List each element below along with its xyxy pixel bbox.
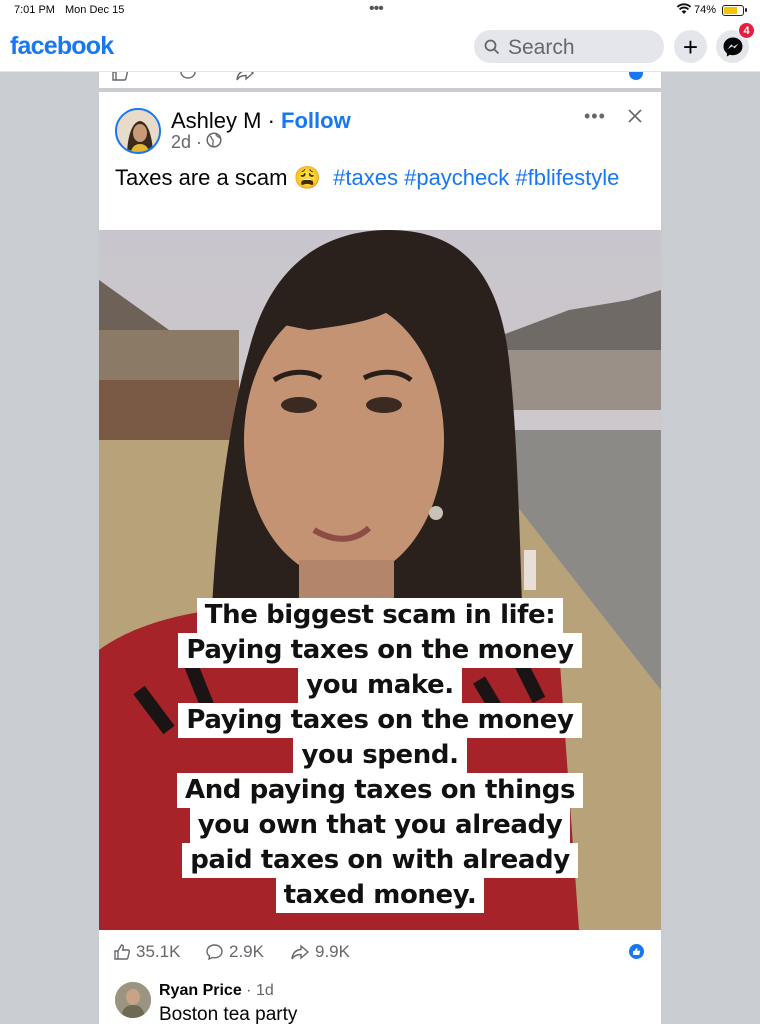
hashtag-taxes[interactable]: #taxes (333, 165, 398, 190)
overlay-line: And paying taxes on things (176, 773, 584, 808)
overlay-line: The biggest scam in life: (196, 598, 564, 633)
comment-time: · 1d (241, 982, 274, 999)
post-header: Ashley M · Follow (171, 108, 351, 134)
commenter-name: Ryan Price · 1d (159, 982, 274, 1000)
battery-percentage: 74% (694, 4, 717, 16)
commenter-name-text[interactable]: Ryan Price (159, 982, 242, 999)
caption-text: Taxes are a scam 😩 (115, 165, 321, 190)
messenger-icon (723, 37, 742, 56)
overlay-line: Paying taxes on the money (178, 703, 582, 738)
overlay-line: you own that you already (189, 808, 571, 843)
author-name[interactable]: Ashley M (171, 108, 261, 133)
search-icon (484, 39, 500, 55)
more-options-icon[interactable]: ••• (584, 106, 606, 127)
like-count: 35.1K (136, 942, 181, 961)
overlay-line: you spend. (293, 738, 467, 773)
status-date: Mon Dec 15 (65, 4, 125, 16)
hashtag-paycheck[interactable]: #paycheck (404, 165, 509, 190)
like-icon[interactable] (111, 72, 129, 85)
like-icon (114, 944, 130, 960)
search-placeholder: Search (508, 36, 575, 59)
close-icon[interactable] (627, 104, 643, 130)
globe-icon (206, 132, 222, 153)
search-bar[interactable]: Search (474, 30, 664, 63)
share-count: 9.9K (315, 942, 350, 961)
comment-action[interactable]: 2.9K (205, 942, 264, 962)
overlay-line: you make. (298, 668, 462, 703)
follow-button[interactable]: Follow (281, 108, 351, 133)
overlay-line: paid taxes on with already (182, 843, 578, 878)
comment-icon[interactable] (179, 72, 197, 85)
comment-text: Boston tea party (159, 1004, 298, 1024)
battery-icon (722, 5, 747, 16)
like-action[interactable]: 35.1K (113, 942, 180, 962)
facebook-logo[interactable]: facebook (10, 32, 114, 61)
overlay-line: Paying taxes on the money (178, 633, 582, 668)
feed-post: Ashley M · Follow 2d · ••• Taxes are a s… (99, 91, 661, 1024)
share-action[interactable]: 9.9K (290, 942, 350, 962)
post-engagement-bar: 35.1K 2.9K 9.9K (99, 930, 661, 972)
share-icon (291, 944, 310, 960)
overlay-line: taxed money. (275, 878, 485, 913)
battery-fill (724, 7, 737, 14)
app-header: facebook Search + 4 (0, 22, 760, 72)
commenter-avatar[interactable] (115, 982, 151, 1018)
messenger-button[interactable]: 4 (716, 22, 755, 63)
video-caption-overlay: The biggest scam in life: Paying taxes o… (99, 598, 661, 913)
comment-icon (206, 944, 223, 961)
post-video[interactable]: The biggest scam in life: Paying taxes o… (99, 230, 661, 930)
messenger-badge: 4 (738, 22, 755, 39)
reaction-like-icon (629, 944, 644, 959)
comment-item: Ryan Price · 1d Boston tea party (99, 974, 661, 1024)
name-separator: · (261, 108, 282, 133)
multitasking-dots-icon[interactable]: ••• (369, 0, 384, 18)
post-age[interactable]: 2d · (171, 132, 202, 153)
post-caption: Taxes are a scam 😩 #taxes #paycheck #fbl… (115, 162, 645, 194)
reaction-like-icon (629, 72, 643, 83)
status-time: 7:01 PM (14, 4, 55, 16)
comment-count: 2.9K (229, 942, 264, 961)
wifi-icon (676, 3, 692, 18)
create-button[interactable]: + (674, 30, 707, 63)
author-avatar[interactable] (115, 108, 161, 154)
previous-post-footer (99, 72, 661, 88)
hashtag-fblifestyle[interactable]: #fblifestyle (515, 165, 619, 190)
status-bar: 7:01 PM Mon Dec 15 ••• 74% (0, 0, 760, 22)
post-meta: 2d · (171, 132, 222, 153)
share-icon[interactable] (235, 72, 255, 85)
